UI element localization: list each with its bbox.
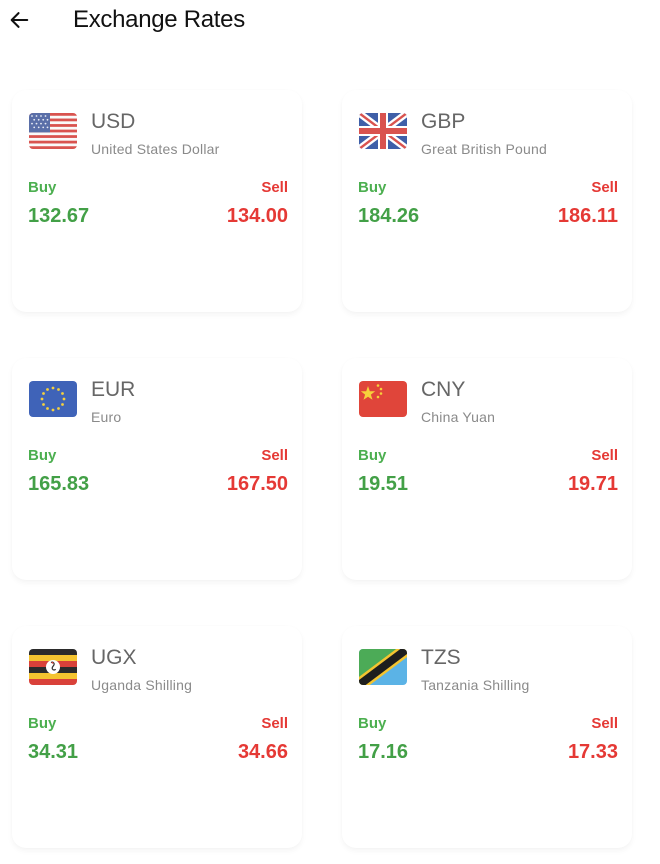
currency-name: China Yuan xyxy=(421,409,496,425)
currency-code: EUR xyxy=(91,378,136,401)
sell-label: Sell xyxy=(591,179,618,196)
currency-name: Uganda Shilling xyxy=(91,677,193,693)
buy-rate: 17.16 xyxy=(358,741,409,763)
currency-card-eur[interactable]: EUR Euro Buy Sell 165.83 167.50 xyxy=(12,358,302,580)
currency-name: United States Dollar xyxy=(91,141,220,157)
currency-code: GBP xyxy=(421,110,466,133)
currency-name: Euro xyxy=(91,409,122,425)
sell-rate: 167.50 xyxy=(226,473,288,495)
uk-flag-icon xyxy=(359,113,407,149)
uganda-flag-icon xyxy=(29,649,77,685)
currency-card-ugx[interactable]: UGX Uganda Shilling Buy Sell 34.31 34.66 xyxy=(12,626,302,848)
sell-label: Sell xyxy=(591,447,618,464)
sell-label: Sell xyxy=(261,715,288,732)
sell-rate: 134.00 xyxy=(226,205,288,227)
buy-rate: 132.67 xyxy=(28,205,90,227)
currency-card-usd[interactable]: USD United States Dollar Buy Sell 132.67… xyxy=(12,90,302,312)
app-header: Exchange Rates xyxy=(0,0,660,44)
buy-label: Buy xyxy=(28,447,57,464)
currency-name: Tanzania Shilling xyxy=(421,677,530,693)
currency-code: USD xyxy=(91,110,136,133)
currency-code: TZS xyxy=(421,646,461,669)
buy-rate: 165.83 xyxy=(28,473,90,495)
sell-label: Sell xyxy=(261,447,288,464)
buy-label: Buy xyxy=(358,179,387,196)
currency-card-gbp[interactable]: GBP Great British Pound Buy Sell 184.26 … xyxy=(342,90,632,312)
sell-rate: 17.33 xyxy=(567,741,618,763)
china-flag-icon xyxy=(359,381,407,417)
tanzania-flag-icon xyxy=(359,649,407,685)
currency-card-cny[interactable]: CNY China Yuan Buy Sell 19.51 19.71 xyxy=(342,358,632,580)
sell-rate: 34.66 xyxy=(237,741,288,763)
buy-label: Buy xyxy=(28,715,57,732)
page-title: Exchange Rates xyxy=(73,6,245,33)
buy-label: Buy xyxy=(358,447,387,464)
eu-flag-icon xyxy=(29,381,77,417)
currency-name: Great British Pound xyxy=(421,141,547,157)
buy-rate: 19.51 xyxy=(358,473,409,495)
currency-card-tzs[interactable]: TZS Tanzania Shilling Buy Sell 17.16 17.… xyxy=(342,626,632,848)
buy-label: Buy xyxy=(28,179,57,196)
sell-rate: 19.71 xyxy=(567,473,618,495)
arrow-left-icon xyxy=(10,12,29,28)
currency-code: UGX xyxy=(91,646,137,669)
buy-rate: 184.26 xyxy=(358,205,420,227)
currency-code: CNY xyxy=(421,378,466,401)
sell-label: Sell xyxy=(591,715,618,732)
sell-label: Sell xyxy=(261,179,288,196)
buy-rate: 34.31 xyxy=(28,741,79,763)
sell-rate: 186.11 xyxy=(557,205,618,227)
us-flag-icon xyxy=(29,113,77,149)
buy-label: Buy xyxy=(358,715,387,732)
back-button[interactable] xyxy=(6,6,32,34)
